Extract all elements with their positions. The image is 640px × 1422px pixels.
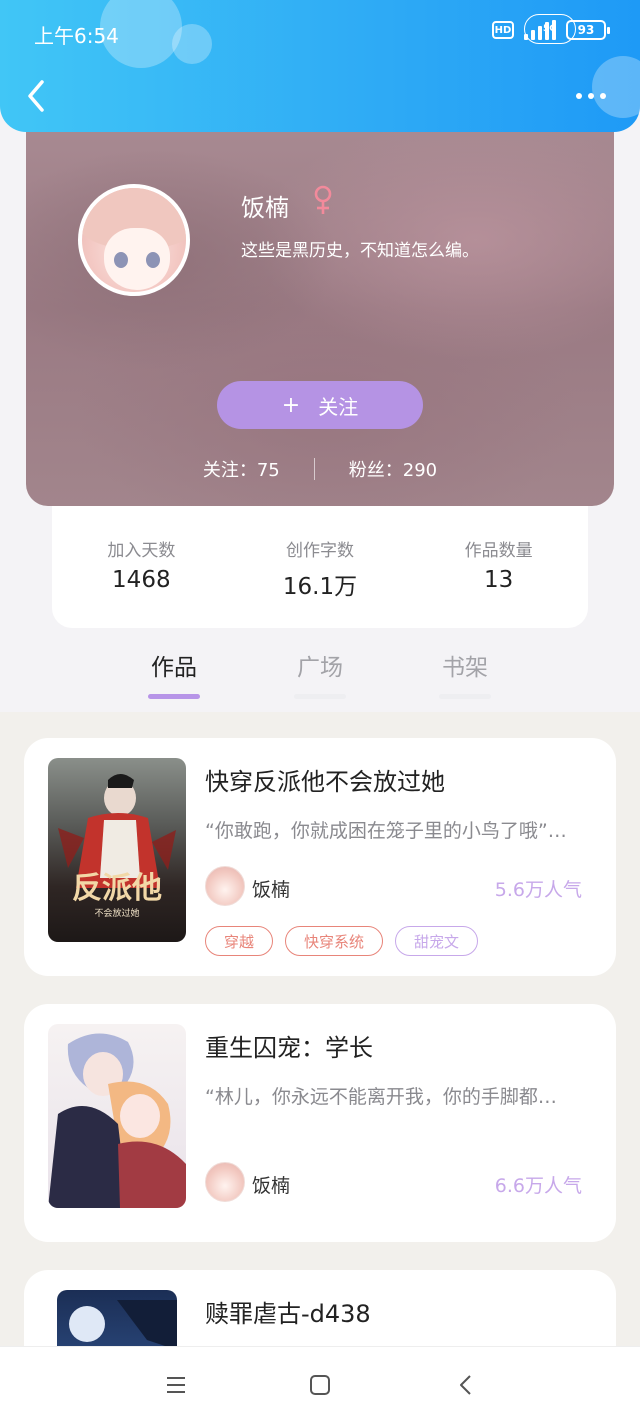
stat-label: 加入天数 [107,541,176,561]
stat-label: 创作字数 [285,541,354,561]
author-avatar [205,866,245,906]
follow-button[interactable]: + 关注 [217,381,423,429]
tag-chip[interactable]: 穿越 [205,926,274,956]
works-list: 反派他 不会放过她 快穿反派他不会放过她 “你敢跑，你就成困在笼子里的小鸟了哦”… [0,712,640,1346]
stat-value: 13 [484,567,514,593]
popularity-count: 6.6万人气 [494,1175,582,1197]
popularity-count: 5.6万人气 [494,879,582,901]
book-description: “你敢跑，你就成困在笼子里的小鸟了哦”… [205,820,567,842]
female-icon [314,185,332,214]
tab-indicator [439,694,491,699]
stat-works-count: 作品数量 13 [424,536,574,628]
avatar[interactable] [78,184,190,296]
menu-icon[interactable] [164,1373,188,1397]
following-count[interactable]: 关注：75 [203,456,280,482]
tag-chip[interactable]: 快穿系统 [285,926,384,956]
tab-indicator [294,694,346,699]
profile-bio: 这些是黑历史，不知道怎么编。 [241,241,479,261]
followers-count[interactable]: 粉丝：290 [349,456,437,482]
tab-indicator [148,694,200,699]
book-cover[interactable] [57,1290,177,1346]
book-cover[interactable] [48,1024,186,1208]
tab-label: 广场 [297,655,343,681]
decor-bubble [592,56,640,118]
stat-label: 作品数量 [464,541,533,561]
top-header: 上午6:54 HD 5G 93 [0,0,640,132]
more-dots-icon [576,93,582,99]
tag-chip[interactable]: 甜宠文 [395,926,479,956]
tab-bar: 作品 广场 书架 [0,628,640,712]
back-triangle-icon[interactable] [454,1373,478,1397]
author-avatar [205,1162,245,1202]
status-time: 上午6:54 [34,24,119,48]
home-square-icon[interactable] [308,1373,332,1397]
battery-icon: 93 [566,20,610,40]
stat-join-days: 加入天数 1468 [66,536,216,628]
plus-icon: + [281,392,301,418]
profile-card: 饭楠 这些是黑历史，不知道怎么编。 + 关注 关注：75 粉丝：290 [26,110,614,506]
more-button[interactable] [576,88,612,104]
stat-value: 1468 [112,567,171,593]
follow-label: 关注 [318,394,359,419]
hd-icon: HD [492,21,514,39]
stats-panel: 加入天数 1468 创作字数 16.1万 作品数量 13 [52,506,588,628]
book-title[interactable]: 重生囚宠：学长 [205,1028,373,1063]
tab-works[interactable]: 作品 [134,648,214,699]
book-card[interactable]: 重生囚宠：学长 “林儿，你永远不能离开我，你的手脚都… 饭楠 6.6万人气 [24,1004,616,1242]
cover-art [48,1033,186,1208]
cover-art: 反派他 不会放过她 [58,774,176,919]
author-name: 饭楠 [252,1175,291,1197]
signal-icon: 5G [524,14,576,44]
book-description: “林儿，你永远不能离开我，你的手脚都… [205,1086,557,1108]
stat-value: 16.1万 [282,574,358,600]
book-cover[interactable]: 反派他 不会放过她 [48,758,186,942]
status-bar: 上午6:54 HD 5G 93 [0,0,640,62]
cover-title-text: 反派他 [72,871,162,906]
tab-label: 作品 [151,655,197,681]
book-card[interactable]: 反派他 不会放过她 快穿反派他不会放过她 “你敢跑，你就成困在笼子里的小鸟了哦”… [24,738,616,976]
stat-word-count: 创作字数 16.1万 [245,536,395,628]
profile-name: 饭楠 [241,194,289,222]
cover-art [69,1300,177,1346]
tag-list: 穿越 快穿系统 甜宠文 [205,926,479,956]
tab-label: 书架 [442,655,488,681]
book-title[interactable]: 快穿反派他不会放过她 [205,762,445,797]
author-name: 饭楠 [252,879,291,901]
system-nav-bar [0,1346,640,1422]
follow-counts: 关注：75 粉丝：290 [26,456,614,482]
chevron-left-icon [28,80,44,112]
back-button[interactable] [22,78,54,114]
tab-bookshelf[interactable]: 书架 [425,648,505,699]
book-title[interactable]: 赎罪虐古-d438 [205,1294,371,1329]
status-icons: HD 5G 93 [492,14,610,44]
tab-square[interactable]: 广场 [280,648,360,699]
divider [313,458,315,480]
cover-subtitle-text: 不会放过她 [94,907,139,919]
book-card[interactable]: 赎罪虐古-d438 [24,1270,616,1346]
